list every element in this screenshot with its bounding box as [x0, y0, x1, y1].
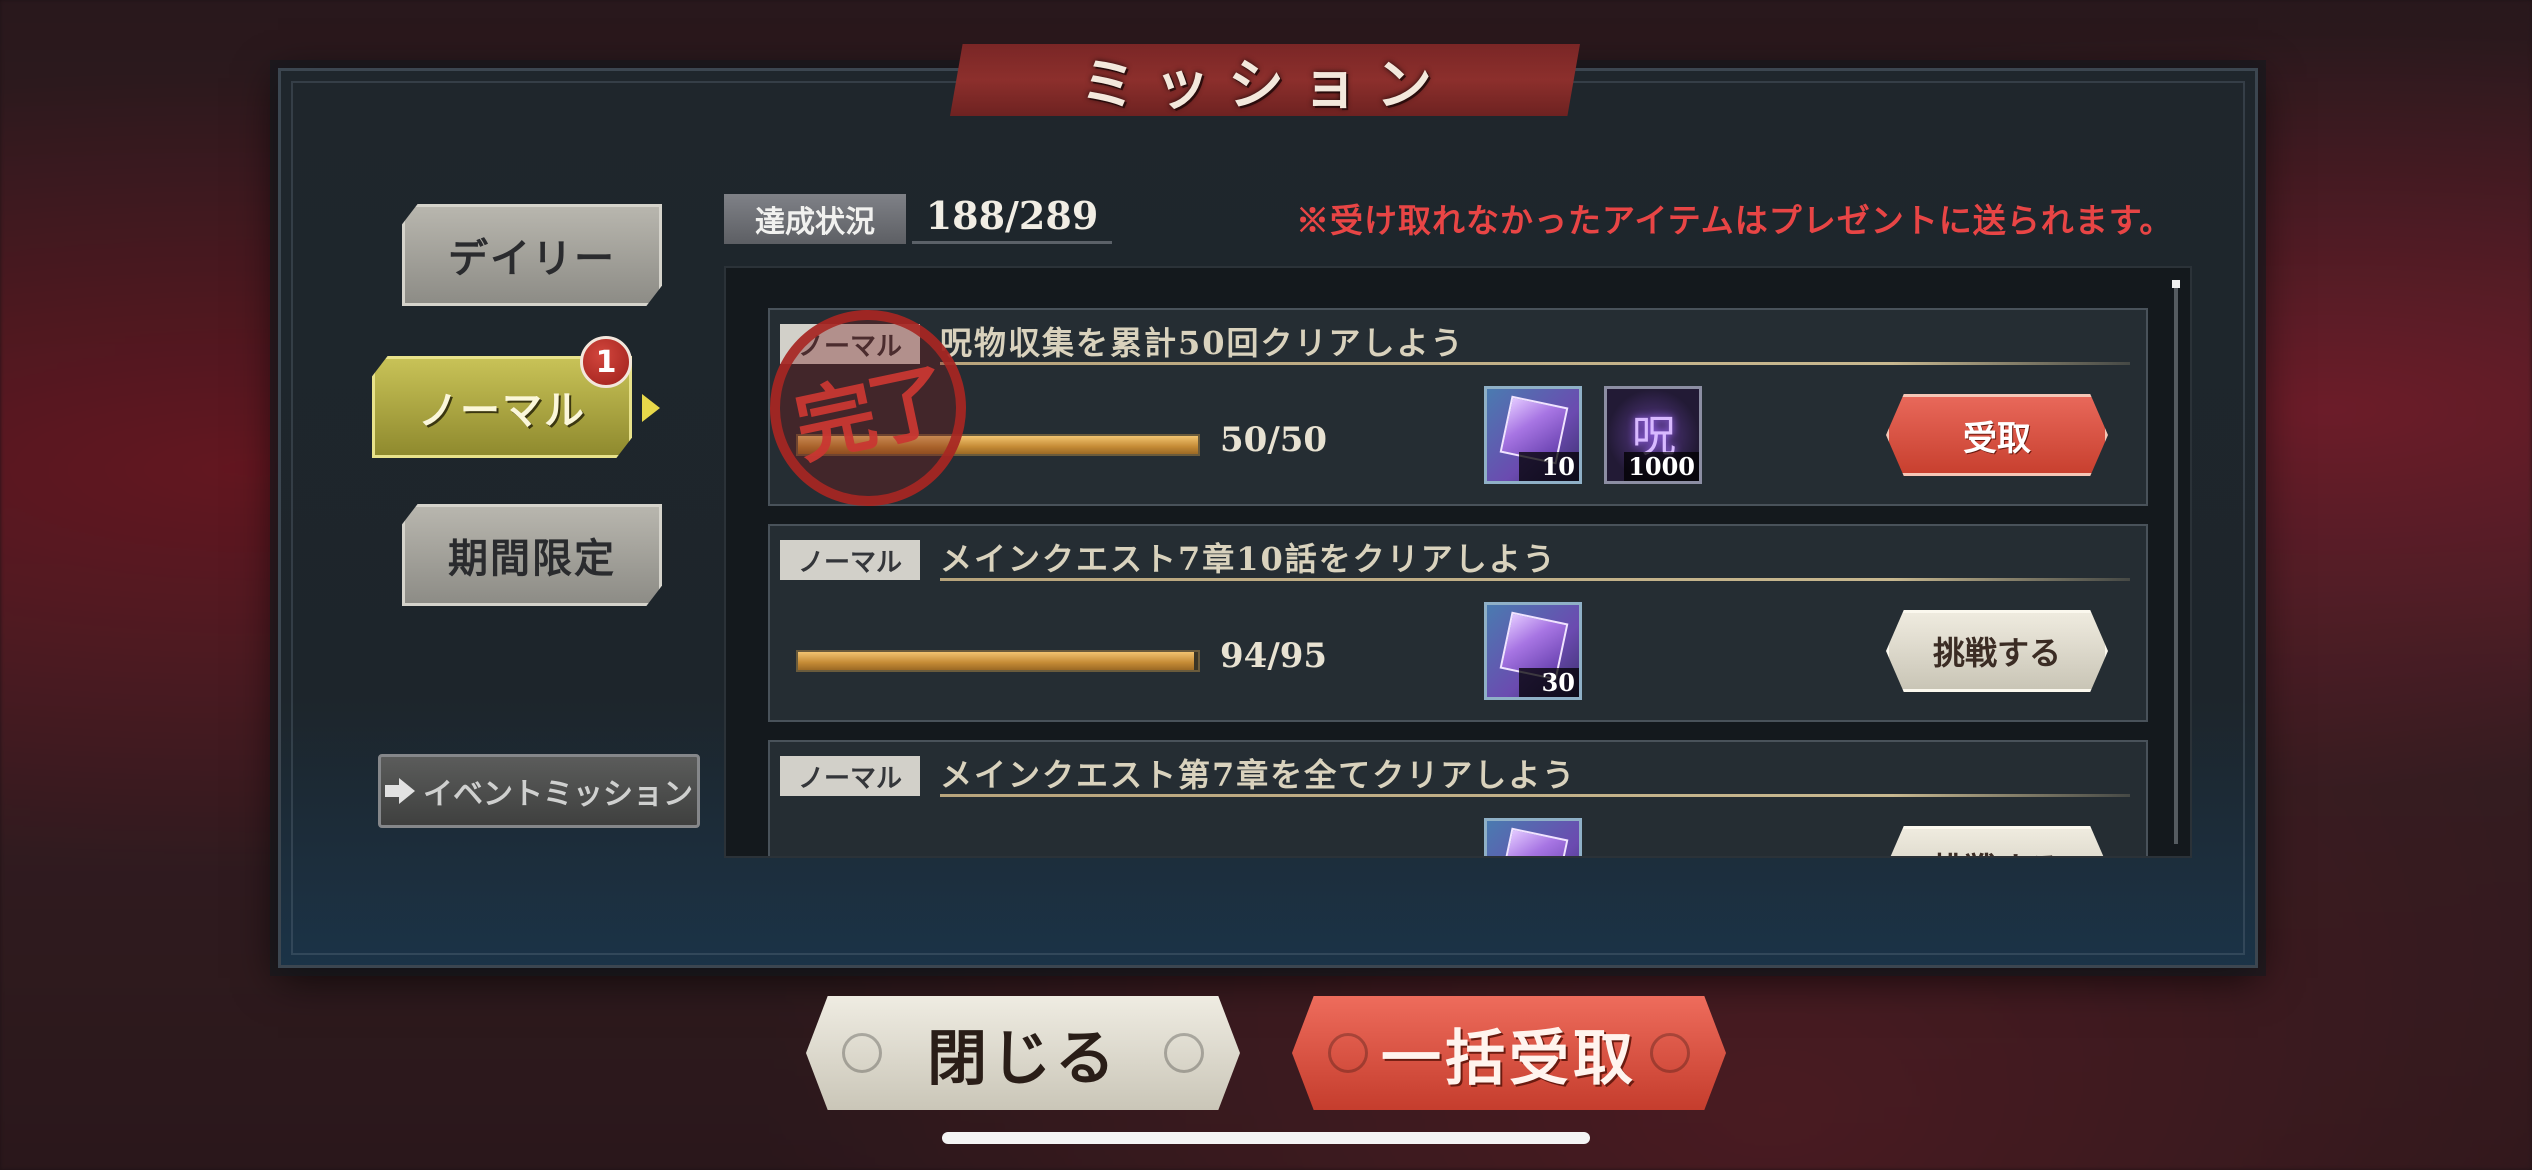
mission-row: ノーマル メインクエスト第7章を全てクリアしよう 挑戦する: [768, 740, 2148, 856]
reward-item[interactable]: [1484, 818, 1582, 856]
tab-limited[interactable]: 期間限定: [402, 504, 662, 606]
stamp-text: 完了: [787, 352, 952, 476]
close-label: 閉じる: [927, 1023, 1119, 1094]
tab-limited-label: 期間限定: [448, 535, 616, 582]
claim-all-button[interactable]: 一括受取: [1292, 996, 1726, 1110]
ornament-icon: [1328, 1033, 1368, 1073]
mission-divider: [940, 578, 2130, 581]
claim-all-label: 一括受取: [1381, 1023, 1637, 1094]
arrow-right-icon: [385, 776, 415, 806]
title-banner: ミッション: [950, 44, 1580, 116]
mission-count: 94/95: [1220, 636, 1328, 676]
purple-cube-icon: [1499, 827, 1569, 856]
mission-name: メインクエスト第7章を全てクリアしよう: [940, 756, 1577, 794]
challenge-button[interactable]: 挑戦する: [1886, 826, 2108, 856]
ornament-icon: [1164, 1033, 1204, 1073]
reward-qty: 30: [1519, 668, 1579, 697]
notice-text: ※受け取れなかったアイテムはプレゼントに送られます。: [1296, 201, 2174, 240]
reward-item[interactable]: 10: [1484, 386, 1582, 484]
challenge-button[interactable]: 挑戦する: [1886, 610, 2108, 692]
scrollbar-track[interactable]: [2174, 284, 2178, 844]
tab-normal-label: ノーマル: [418, 387, 586, 434]
mission-row: ノーマル 呪物収集を累計50回クリアしよう 50/50 10 呪 1000 受取…: [751, 291, 2148, 525]
progress-value: 188/289: [912, 190, 1112, 244]
mission-type-tag: ノーマル: [780, 756, 920, 796]
event-mission-label: イベントミッション: [423, 777, 693, 812]
progress-label: 達成状況: [724, 194, 906, 244]
mission-name: メインクエスト7章10話をクリアしよう: [940, 540, 1557, 578]
ornament-icon: [842, 1033, 882, 1073]
close-button[interactable]: 閉じる: [806, 996, 1240, 1110]
event-mission-button[interactable]: イベントミッション: [378, 754, 700, 828]
reward-item[interactable]: 30: [1484, 602, 1582, 700]
mission-divider: [940, 794, 2130, 797]
selected-arrow-icon: [642, 394, 660, 422]
scrollbar-thumb[interactable]: [2172, 280, 2180, 288]
mission-divider: [940, 362, 2130, 365]
reward-qty: 1000: [1624, 452, 1699, 481]
progress-bar: [796, 650, 1200, 672]
home-indicator[interactable]: [942, 1132, 1590, 1144]
ornament-icon: [1650, 1033, 1690, 1073]
reward-qty: 10: [1519, 452, 1579, 481]
dialog-title: ミッション: [1080, 51, 1450, 118]
mission-list[interactable]: ノーマル 呪物収集を累計50回クリアしよう 50/50 10 呪 1000 受取…: [724, 266, 2192, 858]
claim-button[interactable]: 受取: [1886, 394, 2108, 476]
mission-row: ノーマル メインクエスト7章10話をクリアしよう 94/95 30 挑戦する: [768, 524, 2148, 722]
mission-count: 50/50: [1220, 420, 1328, 460]
mission-type-tag: ノーマル: [780, 540, 920, 580]
progress-bar-fill: [798, 652, 1194, 670]
tab-daily[interactable]: デイリー: [402, 204, 662, 306]
tab-daily-label: デイリー: [448, 235, 616, 282]
notification-badge: 1: [580, 336, 632, 388]
mission-name: 呪物収集を累計50回クリアしよう: [940, 324, 1465, 362]
reward-item[interactable]: 呪 1000: [1604, 386, 1702, 484]
